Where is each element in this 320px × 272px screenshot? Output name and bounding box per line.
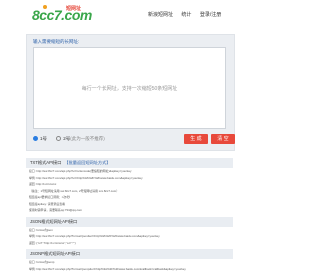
header: 8cc7.com 短网址 新浪短网址 统计 登录/注册 (0, 0, 260, 30)
radio-selected-icon (33, 136, 38, 141)
nav-link-sina[interactable]: 新浪短网址 (148, 12, 173, 18)
top-nav: 新浪短网址 统计 登录/注册 (148, 11, 228, 18)
section-title-text: JSON格式短网址API接口 (30, 219, 77, 224)
section-title-text: JSONP格式短网址API接口 (30, 251, 80, 256)
nav-link-stats[interactable]: 统计 (181, 12, 191, 18)
doc-line: 返回: {"url":"http://t.cn/xxxxx","err":""} (26, 240, 233, 247)
api-docs: TXT格式API接口【批量返回短网址方式】 接口: http://sur.8cc… (26, 155, 233, 272)
doc-line: 使用时需申请，需要联系qq:734@qq.com (26, 207, 233, 214)
logo-subtext: 短网址 (66, 5, 81, 12)
section-title-jsonp-api: JSONP格式短网址API接口 (26, 249, 233, 259)
section-title-json-api: JSON格式短网址API接口 (26, 217, 233, 227)
url-prompt-label: 输入需要缩短的长网址: (33, 39, 79, 45)
logo-text: 8cc7.com (32, 7, 92, 23)
radio-option-2-note: (此为一般不推荐) (70, 136, 105, 141)
doc-line: 举例: http://sur.8cc7.com/api.php?format=j… (26, 266, 233, 272)
shorten-form: 输入需要缩短的长网址: 每行一个长网址，支持一次缩短50条短网址 1号 2号(此… (26, 34, 235, 151)
service-radio-group: 1号 2号(此为一般不推荐) (33, 136, 113, 142)
batch-return-link[interactable]: 【批量返回短网址方式】 (64, 160, 110, 165)
clear-button[interactable]: 清 空 (211, 134, 235, 144)
section-title-txt-api: TXT格式API接口【批量返回短网址方式】 (26, 158, 233, 168)
radio-unselected-icon (56, 136, 61, 141)
radio-option-1-label: 1号 (40, 136, 47, 141)
nav-link-login[interactable]: 登录/注册 (200, 12, 221, 18)
long-url-textarea[interactable]: 每行一个长网址，支持一次缩短50条短网址 (33, 47, 226, 129)
section-title-text: TXT格式API接口 (30, 160, 61, 165)
radio-option-1[interactable]: 1号 (33, 136, 48, 141)
generate-button[interactable]: 生 成 (184, 134, 208, 144)
site-logo[interactable]: 8cc7.com 短网址 (32, 5, 88, 25)
radio-option-2[interactable]: 2号(此为一般不推荐) (56, 136, 105, 141)
